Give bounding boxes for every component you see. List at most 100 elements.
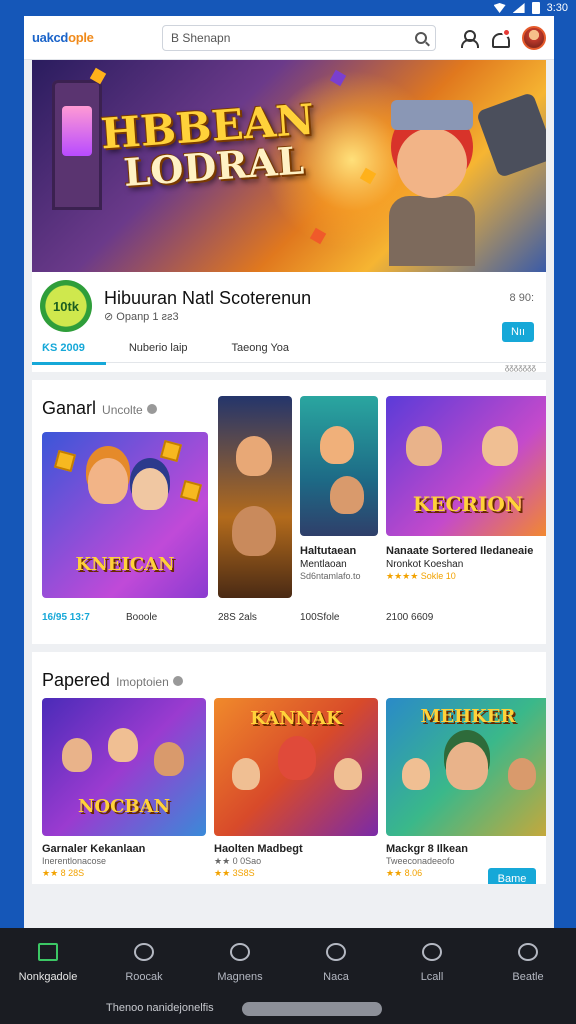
- tab-indicator: [32, 362, 106, 365]
- caption-rating: ★★ 8 28S: [42, 867, 85, 878]
- caption-extra: Sd6ntamlafo.to: [300, 571, 361, 582]
- bottom-nav: Nonkgadole Roocak Magnens Naca Lcall Bea…: [0, 928, 576, 1024]
- notification-bell-icon[interactable]: [490, 27, 511, 48]
- game-tile[interactable]: [300, 396, 378, 536]
- nav-item-explore[interactable]: Lcall: [384, 928, 480, 998]
- nav-item-chat[interactable]: Naca: [288, 928, 384, 998]
- caption-subtitle: ★★ 0 0Sao: [214, 856, 262, 867]
- game-meta: ⊘ Opanp 1 ƨƨ3: [104, 311, 179, 323]
- game-caption[interactable]: Haltutaean Mentlaoan Sd6ntamlafo.to: [300, 544, 382, 583]
- caption-subtitle: Inerentlonacose: [42, 856, 107, 867]
- hero-title: HBBEAN LODRAL: [99, 95, 318, 195]
- nav-item-recent[interactable]: Roocak: [96, 928, 192, 998]
- game-tabs: ƘS 2009 Nuberio laip Taeong Yoa: [42, 342, 289, 354]
- section-title-text: Papered: [42, 670, 111, 690]
- play-button[interactable]: Bame: [488, 868, 536, 884]
- tab-divider: ᵹᵹᵹᵹᵹᵹᵹ: [32, 362, 546, 372]
- section-subtitle: Uncolte: [102, 403, 143, 417]
- hero-character: [377, 100, 487, 266]
- nav-item-label: Lcall: [420, 971, 444, 983]
- caption-subtitle: Tweeconadeeofo: [386, 856, 455, 867]
- follow-button[interactable]: Nıı: [502, 322, 534, 342]
- tile-price: 100Sfole: [300, 612, 340, 623]
- search-placeholder: B Shenapn: [171, 30, 231, 45]
- search-icon: [518, 943, 538, 961]
- tab-count: ᵹᵹᵹᵹᵹᵹᵹ: [504, 363, 536, 372]
- tile-price: Booole: [126, 612, 158, 623]
- popular-tile-art-text: NOCBAN: [77, 795, 171, 817]
- game-logo[interactable]: 10tk: [40, 280, 92, 332]
- popular-tile-art-text: MEHKER: [420, 706, 516, 727]
- notification-badge: [502, 27, 511, 37]
- popular-tile[interactable]: MEHKER: [386, 698, 546, 836]
- status-bar: 3:30: [0, 0, 576, 16]
- logo-accent: ople: [68, 30, 94, 45]
- nav-item-label: Nonkgadole: [18, 971, 78, 983]
- caption-rating: ★★ 3S8S: [214, 867, 255, 878]
- user-icon[interactable]: [460, 29, 479, 48]
- game-rating: 8 90:: [509, 292, 534, 304]
- caption-title: Garnaler Kekanlaan: [42, 843, 146, 855]
- status-time: 3:30: [546, 2, 568, 14]
- caption-subtitle: Mentlaoan: [300, 559, 347, 571]
- popular-tile[interactable]: NOCBAN: [42, 698, 206, 836]
- game-tile[interactable]: KECRION: [386, 396, 546, 536]
- popular-tile-art-text: KANNAK: [250, 708, 342, 729]
- caption-title: Mackgr 8 Ilkean: [386, 843, 468, 855]
- game-tile-art-text: KECRION: [412, 492, 524, 517]
- game-caption[interactable]: Nanaate Sortered Iledaneaie Nronkot Koes…: [386, 544, 546, 583]
- nav-item-games[interactable]: Magnens: [192, 928, 288, 998]
- game-tile[interactable]: KNEICAN: [42, 432, 208, 598]
- game-tile[interactable]: [218, 396, 292, 598]
- popular-tile[interactable]: KANNAK: [214, 698, 378, 836]
- section-title-text: Ganarl: [42, 398, 97, 418]
- section-subtitle: Imoptoien: [116, 675, 169, 689]
- chef-hat-icon: [134, 943, 154, 961]
- logo-main: uakcd: [32, 30, 69, 45]
- tab-details[interactable]: Nuberio laip: [129, 342, 188, 354]
- info-icon[interactable]: [172, 676, 183, 687]
- home-indicator[interactable]: [242, 1002, 382, 1016]
- tile-price: 2100 6609: [386, 612, 434, 623]
- search-input[interactable]: B Shenapn: [162, 24, 436, 51]
- game-title: Hibuuran Natl Scoterenun: [104, 288, 312, 308]
- battery-icon: [531, 2, 540, 14]
- nav-item-label: Magnens: [217, 971, 263, 983]
- nav-item-label: Naca: [323, 971, 349, 983]
- search-icon[interactable]: [415, 31, 427, 44]
- tile-price: 16/95 13:7: [42, 612, 90, 623]
- chat-icon: [326, 943, 346, 961]
- compass-icon: [422, 943, 442, 961]
- caption-title: Haolten Madbegt: [214, 843, 303, 855]
- popular-caption[interactable]: Mackgr 8 Ilkean Tweeconadeeofo ★★ 8.06: [386, 842, 496, 880]
- wifi-icon: [493, 3, 506, 13]
- info-icon[interactable]: [146, 404, 157, 415]
- tab-overview[interactable]: ƘS 2009: [42, 342, 85, 354]
- section-title: Papered Imoptoien: [42, 670, 183, 691]
- nav-item-search[interactable]: Beatle: [480, 928, 576, 998]
- puzzle-icon: [230, 943, 250, 961]
- popular-caption[interactable]: Garnaler Kekanlaan Inerentlonacose ★★ 8 …: [42, 842, 206, 880]
- section-title: Ganarl Uncolte: [42, 398, 157, 419]
- nav-item-home[interactable]: Nonkgadole: [0, 928, 96, 998]
- tab-reviews[interactable]: Taeong Yoa: [232, 342, 290, 354]
- nav-item-label: Roocak: [125, 971, 163, 983]
- hero-tower-art: [52, 80, 102, 210]
- top-icons: [460, 25, 546, 50]
- hero-banner[interactable]: HBBEAN LODRAL: [32, 60, 546, 272]
- avatar[interactable]: [522, 25, 546, 50]
- signal-icon: [512, 3, 525, 13]
- top-bar: uakcdople B Shenapn: [24, 16, 554, 60]
- home-icon: [38, 943, 58, 961]
- caption-rating: ★★★★ Sokle 10: [386, 571, 456, 582]
- caption-rating: ★★ 8.06: [386, 867, 423, 878]
- tile-price: 28S 2als: [218, 612, 257, 623]
- app-logo[interactable]: uakcdople: [32, 30, 152, 45]
- nav-item-label: Beatle: [512, 971, 544, 983]
- game-tile-art-text: KNEICAN: [75, 553, 175, 575]
- popular-caption[interactable]: Haolten Madbegt ★★ 0 0Sao ★★ 3S8S: [214, 842, 378, 880]
- popular-section: Papered Imoptoien NOCBAN KANNAK MEHKER Ga…: [32, 652, 546, 884]
- caption-title: Nanaate Sortered Iledaneaie: [386, 545, 534, 557]
- nav-footer-text: Thenoo nanidejonelfis: [106, 1002, 214, 1014]
- caption-subtitle: Nronkot Koeshan: [386, 559, 464, 571]
